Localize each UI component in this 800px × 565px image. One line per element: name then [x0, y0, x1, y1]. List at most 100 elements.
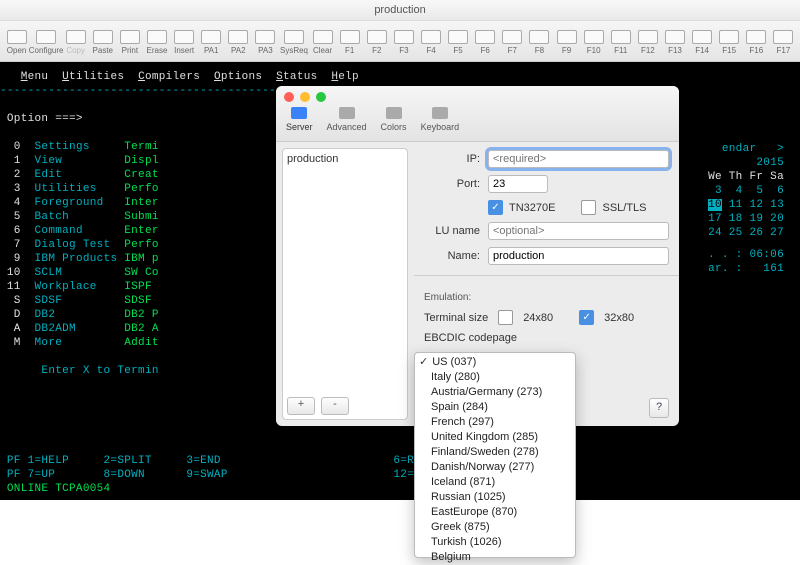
toolbar-f10-button[interactable]: F10: [581, 28, 606, 55]
toolbar-label: F11: [614, 46, 627, 55]
toolbar-erase-button[interactable]: Erase: [144, 28, 169, 55]
paste-icon: [93, 30, 113, 44]
size-32x80-checkbox[interactable]: ✓: [579, 310, 594, 325]
codepage-label: EBCDIC codepage: [424, 332, 517, 344]
codepage-option[interactable]: EastEurope (870): [415, 505, 575, 520]
toolbar-label: Paste: [93, 46, 113, 55]
tab-server[interactable]: Server: [286, 104, 313, 132]
dialog-tabs: Server Advanced Colors Keyboard: [276, 102, 679, 132]
codepage-dropdown[interactable]: US (037)Italy (280)Austria/Germany (273)…: [414, 352, 576, 558]
codepage-option[interactable]: Finland/Sweden (278): [415, 445, 575, 460]
tab-keyboard[interactable]: Keyboard: [421, 104, 460, 132]
toolbar-label: Erase: [147, 46, 168, 55]
server-icon: [290, 104, 308, 122]
f9-icon: [557, 30, 577, 44]
pf-keys-row: PF 7=UP 8=DOWN 9=SWAP 12=RETRIEVE: [0, 468, 800, 482]
toolbar-f13-button[interactable]: F13: [662, 28, 687, 55]
toolbar-f2-button[interactable]: F2: [364, 28, 389, 55]
toolbar: OpenConfigureCopyPastePrintEraseInsertPA…: [0, 21, 800, 62]
copy-icon: [66, 30, 86, 44]
codepage-option[interactable]: Austria/Germany (273): [415, 385, 575, 400]
codepage-option[interactable]: United Kingdom (285): [415, 430, 575, 445]
tab-colors[interactable]: Colors: [381, 104, 407, 132]
codepage-option[interactable]: Spain (284): [415, 400, 575, 415]
add-session-button[interactable]: +: [287, 397, 315, 415]
divider: [414, 275, 679, 276]
toolbar-label: F5: [453, 46, 462, 55]
toolbar-f14-button[interactable]: F14: [690, 28, 715, 55]
codepage-option[interactable]: Belgium: [415, 550, 575, 565]
toolbar-f6-button[interactable]: F6: [473, 28, 498, 55]
f4-icon: [421, 30, 441, 44]
f8-icon: [529, 30, 549, 44]
toolbar-label: SysReq: [280, 46, 308, 55]
f1-icon: [340, 30, 360, 44]
minimize-icon[interactable]: [300, 92, 310, 102]
tab-advanced[interactable]: Advanced: [327, 104, 367, 132]
remove-session-button[interactable]: -: [321, 397, 349, 415]
toolbar-f16-button[interactable]: F16: [744, 28, 769, 55]
toolbar-f4-button[interactable]: F4: [418, 28, 443, 55]
ssl-checkbox[interactable]: [581, 200, 596, 215]
toolbar-f5-button[interactable]: F5: [446, 28, 471, 55]
configure-icon: [36, 30, 56, 44]
toolbar-label: F10: [587, 46, 601, 55]
status-line: ONLINE TCPA0054: [0, 482, 800, 496]
toolbar-f1-button[interactable]: F1: [337, 28, 362, 55]
close-icon[interactable]: [284, 92, 294, 102]
zoom-icon[interactable]: [316, 92, 326, 102]
tn3270e-checkbox[interactable]: ✓: [488, 200, 503, 215]
codepage-option[interactable]: French (297): [415, 415, 575, 430]
toolbar-label: F13: [668, 46, 682, 55]
name-field[interactable]: [488, 247, 669, 265]
toolbar-sysreq-button[interactable]: SysReq: [280, 28, 308, 55]
toolbar-pa2-button[interactable]: PA2: [226, 28, 251, 55]
codepage-option[interactable]: Iceland (871): [415, 475, 575, 490]
toolbar-label: F1: [345, 46, 354, 55]
pa3-icon: [255, 30, 275, 44]
codepage-option[interactable]: US (037): [415, 355, 575, 370]
codepage-option[interactable]: Russian (1025): [415, 490, 575, 505]
size-24x80-checkbox[interactable]: [498, 310, 513, 325]
toolbar-clear-button[interactable]: Clear: [310, 28, 335, 55]
toolbar-pa3-button[interactable]: PA3: [253, 28, 278, 55]
toolbar-print-button[interactable]: Print: [117, 28, 142, 55]
f2-icon: [367, 30, 387, 44]
port-field[interactable]: [488, 175, 548, 193]
codepage-option[interactable]: Danish/Norway (277): [415, 460, 575, 475]
codepage-option[interactable]: Turkish (1026): [415, 535, 575, 550]
emulation-header: Emulation:: [424, 292, 669, 303]
toolbar-copy-button[interactable]: Copy: [63, 28, 88, 55]
help-button[interactable]: ?: [649, 398, 669, 418]
toolbar-f8-button[interactable]: F8: [527, 28, 552, 55]
ip-field[interactable]: [488, 150, 669, 168]
toolbar-f7-button[interactable]: F7: [500, 28, 525, 55]
toolbar-paste-button[interactable]: Paste: [90, 28, 115, 55]
toolbar-f3-button[interactable]: F3: [391, 28, 416, 55]
size-32x80-label: 32x80: [604, 312, 634, 324]
codepage-option[interactable]: Italy (280): [415, 370, 575, 385]
lu-field[interactable]: [488, 222, 669, 240]
toolbar-open-button[interactable]: Open: [4, 28, 29, 55]
print-icon: [120, 30, 140, 44]
toolbar-f15-button[interactable]: F15: [717, 28, 742, 55]
lu-label: LU name: [424, 225, 480, 237]
toolbar-insert-button[interactable]: Insert: [172, 28, 197, 55]
toolbar-pa1-button[interactable]: PA1: [199, 28, 224, 55]
session-item[interactable]: production: [287, 153, 403, 165]
f3-icon: [394, 30, 414, 44]
f14-icon: [692, 30, 712, 44]
toolbar-label: Copy: [66, 46, 85, 55]
toolbar-f17-button[interactable]: F17: [771, 28, 796, 55]
toolbar-label: F16: [749, 46, 763, 55]
clear-icon: [313, 30, 333, 44]
sysreq-icon: [284, 30, 304, 44]
toolbar-configure-button[interactable]: Configure: [31, 28, 61, 55]
ispf-menu-bar[interactable]: Menu Utilities Compilers Options Status …: [0, 70, 800, 84]
tab-label: Colors: [381, 122, 407, 132]
toolbar-f11-button[interactable]: F11: [608, 28, 633, 55]
codepage-option[interactable]: Greek (875): [415, 520, 575, 535]
toolbar-f12-button[interactable]: F12: [635, 28, 660, 55]
size-24x80-label: 24x80: [523, 312, 553, 324]
toolbar-f9-button[interactable]: F9: [554, 28, 579, 55]
